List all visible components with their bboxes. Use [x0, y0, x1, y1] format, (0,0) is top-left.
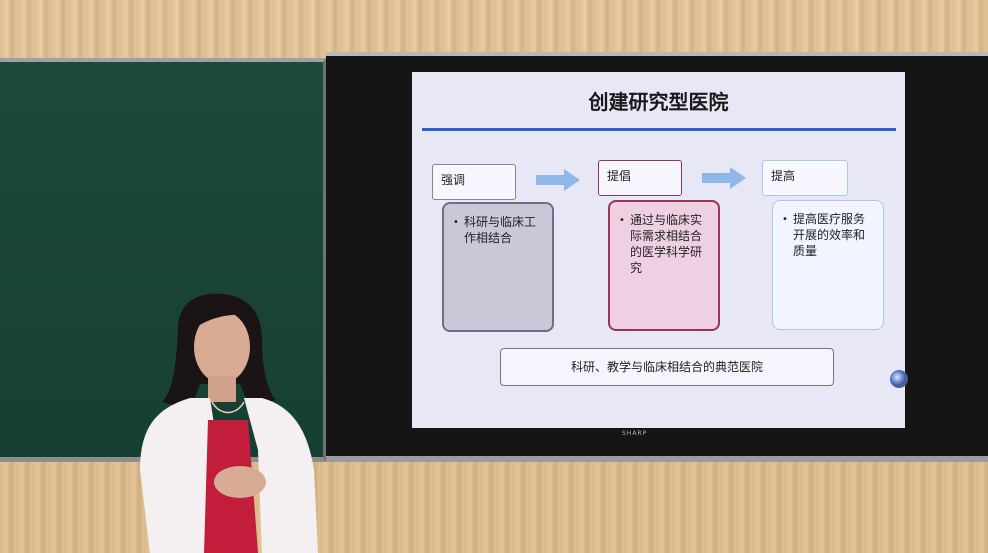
presenter-hands [214, 466, 266, 498]
presenter [140, 293, 318, 553]
presenter-necklace [211, 401, 245, 414]
presenter-neck [208, 376, 236, 402]
